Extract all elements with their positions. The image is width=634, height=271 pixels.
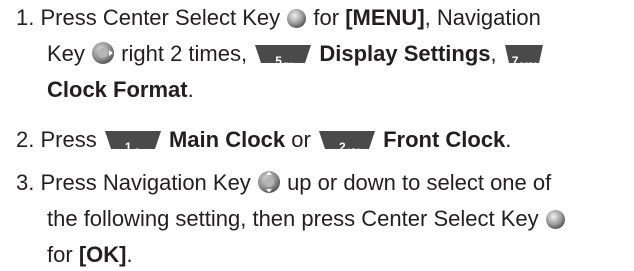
front-clock-label: Front Clock (383, 127, 506, 152)
step-1-line-2: Key right 2 times, 5 JKL Display Setting… (16, 38, 630, 74)
key-7-pqrs-icon: 7 PQRS (503, 44, 545, 69)
clock-format-label: Clock Format (47, 77, 188, 102)
key-1-icon: 1 @ (103, 130, 163, 155)
menu-label: [MENU] (345, 5, 425, 30)
step-1-line-3: Clock Format. (47, 77, 194, 102)
step-3: 3. Press Navigation Key up or down to se… (16, 167, 630, 271)
step-number: 2. (16, 127, 35, 152)
main-clock-label: Main Clock (168, 127, 286, 152)
step-1-line-1: 1. Press Center Select Key for [MENU], N… (16, 2, 630, 38)
step-number: 1. (16, 5, 35, 30)
center-select-key-icon (545, 207, 566, 239)
step-3-line-3: for [OK]. (47, 242, 133, 267)
key-2-abc-icon: 2 ABC (317, 130, 377, 155)
step-3-line-2: the following setting, then press Center… (16, 203, 630, 239)
navigation-key-up-down-icon (257, 170, 281, 203)
instruction-page: 1. Press Center Select Key for [MENU], N… (0, 0, 634, 267)
step-1: 1. Press Center Select Key for [MENU], N… (16, 2, 630, 106)
step-3-line-1: 3. Press Navigation Key up or down to se… (16, 167, 630, 203)
navigation-key-right-icon (91, 41, 115, 74)
key-5-jkl-icon: 5 JKL (253, 44, 313, 69)
display-settings-label: Display Settings (319, 41, 491, 66)
ok-label: [OK] (78, 242, 127, 267)
step-2: 2. Press 1 @ Main Clock or 2 ABC Front C… (16, 124, 630, 156)
center-select-key-icon (286, 6, 307, 38)
step-number: 3. (16, 170, 35, 195)
step-2-line-1: 2. Press 1 @ Main Clock or 2 ABC Front C… (16, 127, 512, 155)
